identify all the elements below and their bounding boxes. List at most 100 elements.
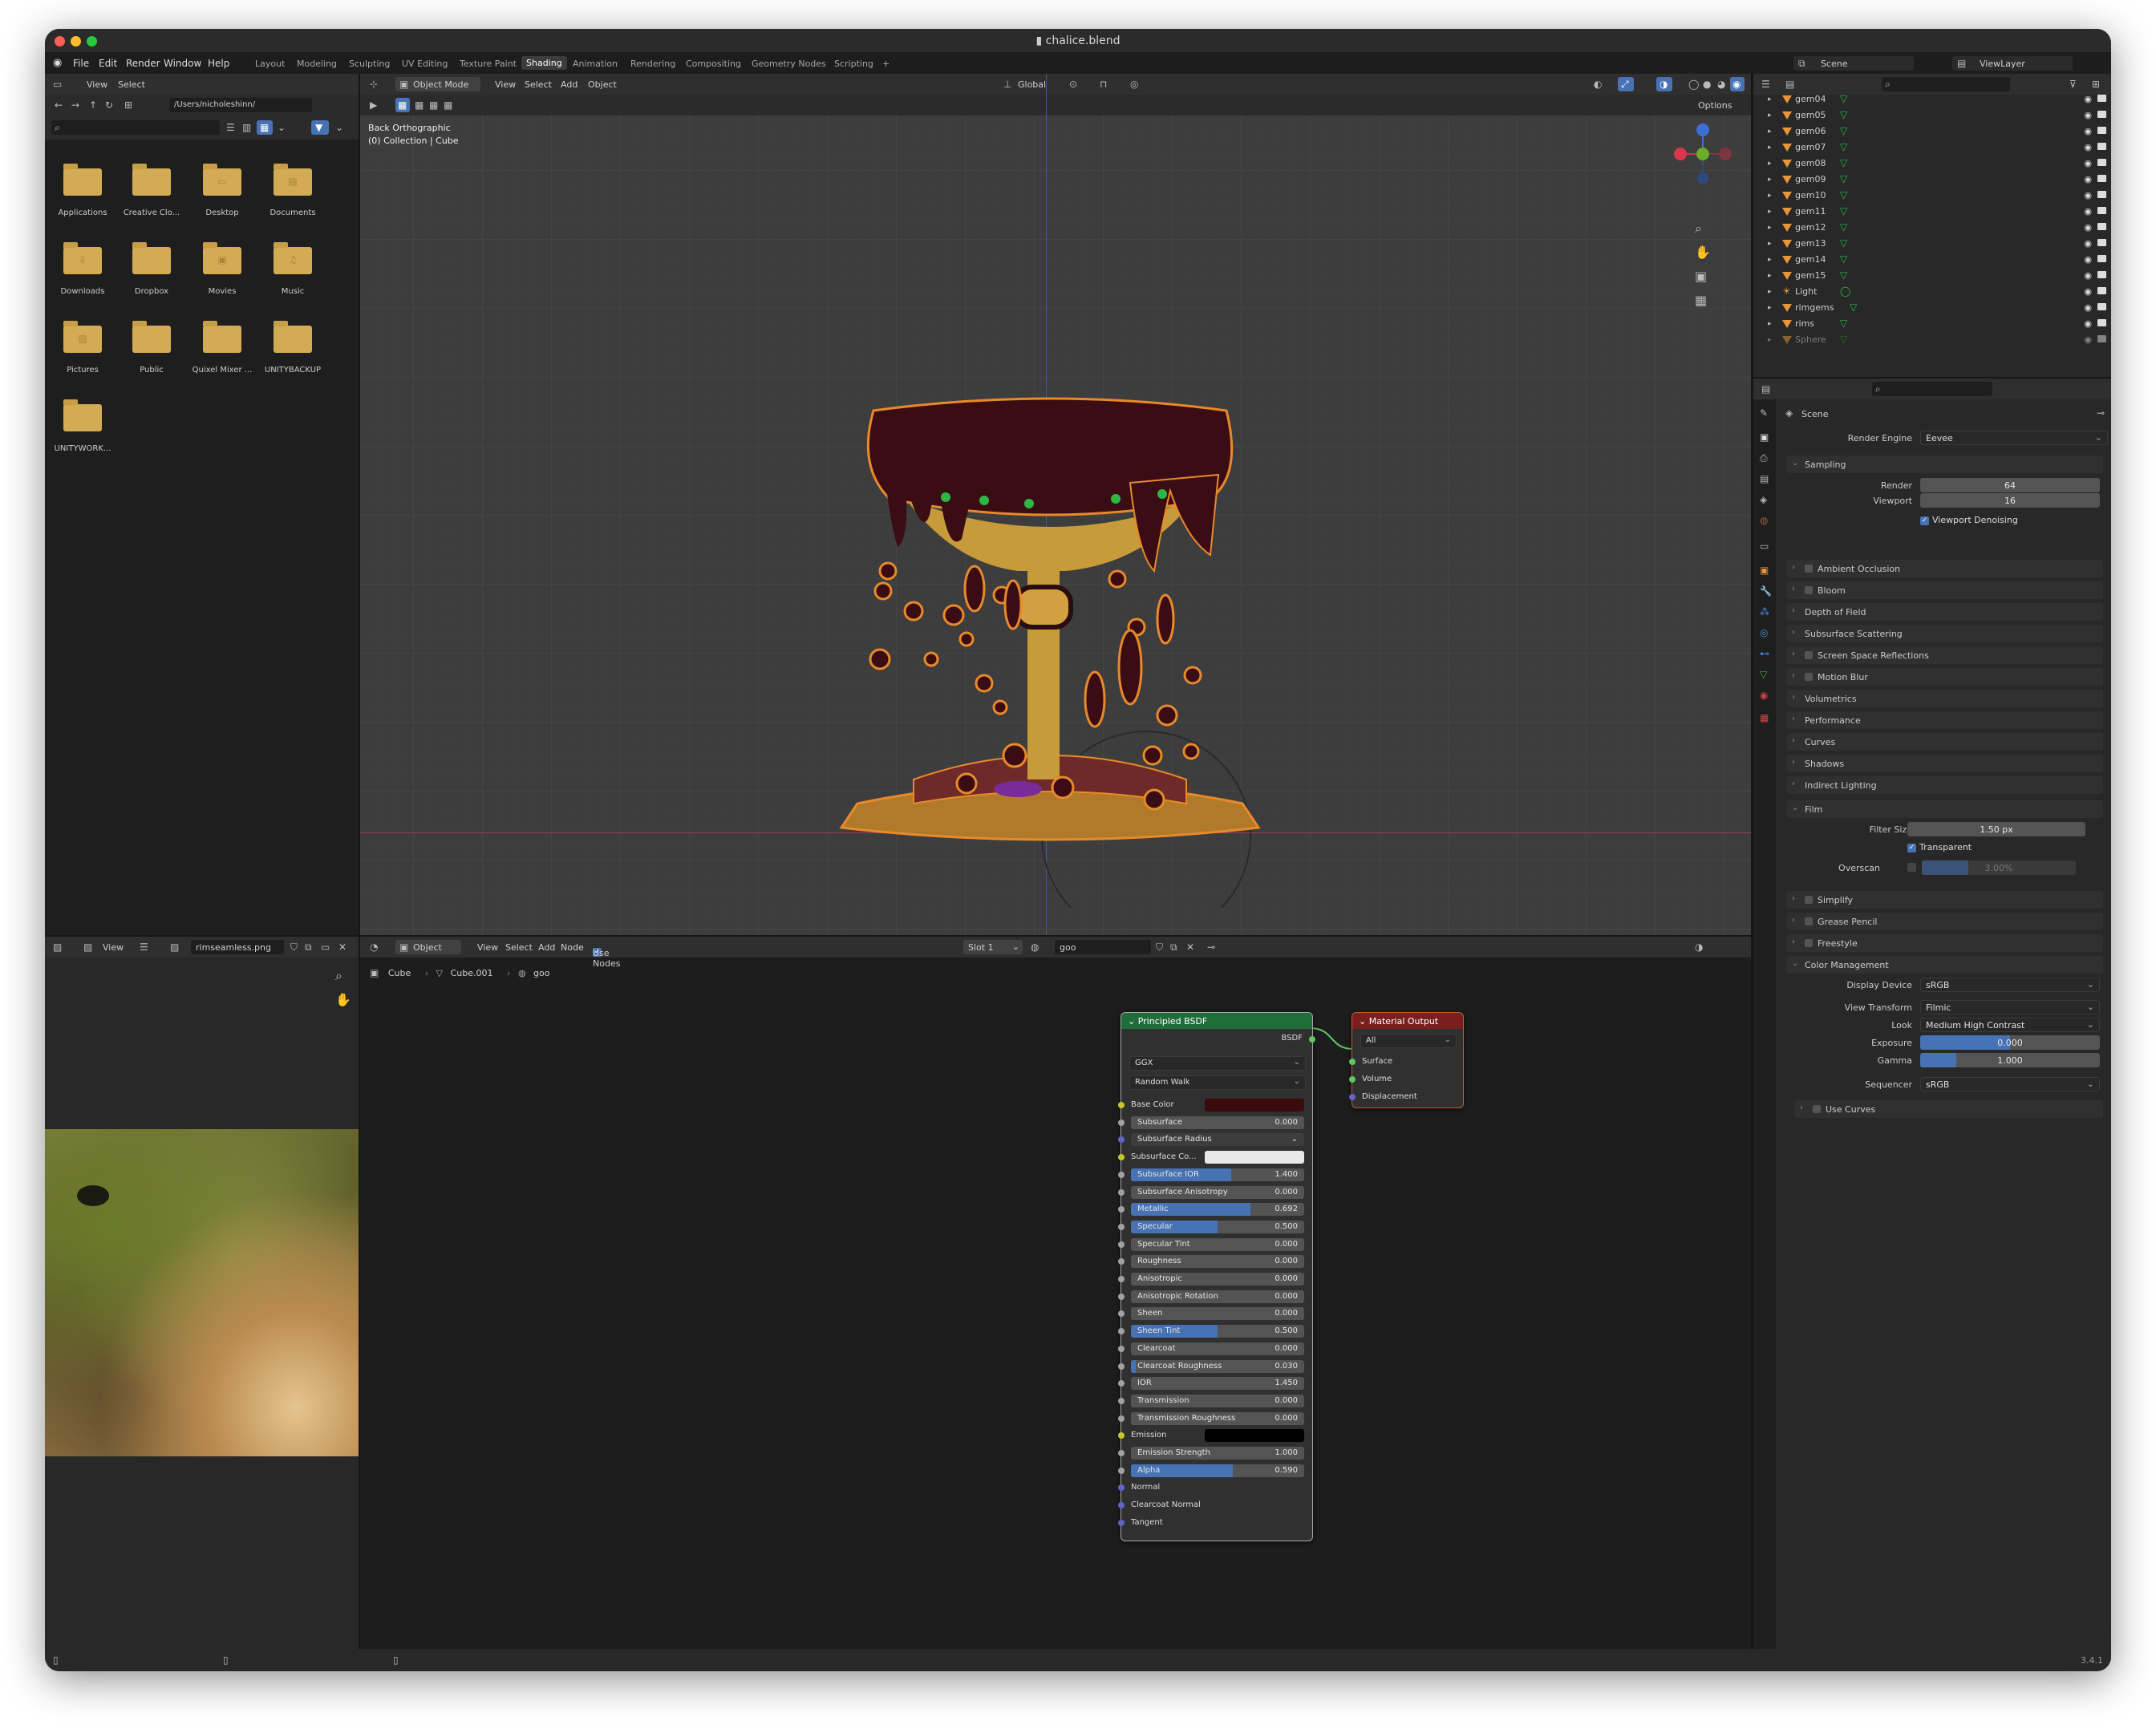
forward-arrow-icon[interactable]: → bbox=[71, 99, 79, 111]
outliner-item[interactable]: ▸ rimgems ▽ ◉ bbox=[1753, 300, 2111, 316]
expand-arrow-icon[interactable]: ▸ bbox=[1768, 318, 1772, 330]
expand-arrow-icon[interactable]: ▸ bbox=[1768, 158, 1772, 169]
render-tab-icon[interactable]: ▣ bbox=[1760, 431, 1769, 443]
eye-visibility-icon[interactable]: ◉ bbox=[2084, 126, 2092, 136]
mesh-data-icon[interactable]: ▽ bbox=[1840, 318, 1847, 329]
ortho-grid-icon[interactable]: ▦ bbox=[1695, 294, 1707, 307]
material-shading-icon[interactable]: ◕ bbox=[1717, 79, 1725, 90]
material-output-node[interactable]: ⌄ Material Output All ⌄ Surface Volume Di… bbox=[1349, 1012, 1464, 1108]
back-arrow-icon[interactable]: ← bbox=[55, 99, 63, 111]
input-socket[interactable] bbox=[1118, 1345, 1125, 1352]
display-list-icon[interactable]: ☰ bbox=[226, 122, 235, 133]
mesh-data-icon[interactable]: ▽ bbox=[1840, 173, 1847, 184]
overscan-field[interactable]: 3.00% bbox=[1922, 860, 2076, 875]
eye-visibility-icon[interactable]: ◉ bbox=[2084, 158, 2092, 168]
fake-user-icon[interactable]: ⛉ bbox=[290, 941, 298, 953]
panel-motion-blur[interactable]: › Motion Blur bbox=[1787, 668, 2103, 686]
color-swatch[interactable] bbox=[1205, 1429, 1304, 1443]
viewport-samples-field[interactable]: 16 bbox=[1920, 493, 2100, 508]
menu-render[interactable]: Render bbox=[126, 58, 160, 69]
render-samples-field[interactable]: 64 bbox=[1920, 478, 2100, 492]
outliner-item[interactable]: ▸ gem15 ▽ ◉ bbox=[1753, 268, 2111, 284]
expand-arrow-icon[interactable]: ▸ bbox=[1768, 222, 1772, 233]
file-view-menu[interactable]: View bbox=[87, 79, 107, 90]
zoom-icon[interactable]: ⌕ bbox=[1695, 222, 1702, 235]
eye-visibility-icon[interactable]: ◉ bbox=[2084, 286, 2092, 297]
file-select-menu[interactable]: Select bbox=[118, 79, 145, 90]
path-field[interactable]: /Users/nicholeshinn/ bbox=[169, 98, 312, 112]
texture-tab-icon[interactable]: ▦ bbox=[1760, 712, 1769, 723]
transparent-checkbox[interactable]: ✓ Transparent bbox=[1907, 842, 1972, 852]
zoom-icon[interactable]: ⌕ bbox=[335, 970, 342, 982]
editor-type-icon[interactable]: ⊹ bbox=[370, 79, 378, 90]
expand-arrow-icon[interactable]: ▸ bbox=[1768, 174, 1772, 185]
image-browse-icon[interactable]: ▨ bbox=[170, 941, 179, 953]
parent-dir-icon[interactable]: ↑ bbox=[89, 99, 97, 111]
gizmo-toggle[interactable]: ⤢ bbox=[1618, 77, 1634, 91]
editor-type-icon[interactable]: ▭ bbox=[53, 79, 62, 90]
eye-visibility-icon[interactable]: ◉ bbox=[2084, 174, 2092, 184]
proportional-edit-icon[interactable]: ◎ bbox=[1130, 79, 1138, 90]
panel-color-management[interactable]: ⌄ Color Management bbox=[1787, 956, 2103, 974]
eye-visibility-icon[interactable]: ◉ bbox=[2084, 238, 2092, 249]
eye-visibility-icon[interactable]: ◉ bbox=[2084, 222, 2092, 233]
solid-shading-icon[interactable]: ● bbox=[1703, 79, 1711, 90]
volume-socket[interactable] bbox=[1349, 1076, 1356, 1083]
value-slider[interactable]: Specular 0.500 bbox=[1131, 1220, 1304, 1233]
expand-arrow-icon[interactable]: ▸ bbox=[1768, 142, 1772, 153]
render-camera-icon[interactable] bbox=[2097, 287, 2106, 294]
pan-hand-icon[interactable]: ✋ bbox=[1695, 246, 1711, 259]
output-tab-icon[interactable]: ⎙ bbox=[1760, 452, 1768, 464]
outliner-item[interactable]: ▸ gem04 ▽ ◉ bbox=[1753, 91, 2111, 107]
menu-file[interactable]: File bbox=[73, 58, 89, 69]
folder-movies[interactable]: ▣ Movies bbox=[191, 242, 253, 296]
3d-viewport[interactable]: ⊹ ▣ Object Mode View Select Add Object ⊥… bbox=[360, 74, 1751, 935]
outliner-search-input[interactable]: ⌕ bbox=[1882, 77, 2010, 91]
wireframe-shading-icon[interactable]: ◯ bbox=[1688, 79, 1699, 90]
checkbox[interactable] bbox=[1805, 586, 1813, 594]
render-camera-icon[interactable] bbox=[2097, 319, 2106, 326]
tab-shading[interactable]: Shading bbox=[521, 56, 567, 70]
mesh-data-icon[interactable]: ▽ bbox=[1850, 302, 1857, 313]
add-workspace-button[interactable]: + bbox=[882, 59, 890, 69]
input-socket[interactable] bbox=[1118, 1502, 1125, 1509]
bsdf-output-socket[interactable] bbox=[1309, 1036, 1315, 1043]
look-dropdown[interactable]: Medium High Contrast ⌄ bbox=[1920, 1018, 2100, 1032]
object-tab-icon[interactable]: ▣ bbox=[1760, 565, 1769, 576]
eye-visibility-icon[interactable]: ◉ bbox=[2084, 334, 2092, 345]
viewport-options-menu[interactable]: Options bbox=[1698, 100, 1732, 111]
mesh-data-icon[interactable]: ▽ bbox=[1840, 253, 1847, 265]
panel-depth-of-field[interactable]: › Depth of Field bbox=[1787, 603, 2103, 621]
visibility-icon[interactable]: ◐ bbox=[1594, 79, 1602, 90]
value-slider[interactable]: Emission Strength 1.000 bbox=[1131, 1447, 1304, 1460]
outliner-item[interactable]: ▸ gem12 ▽ ◉ bbox=[1753, 220, 2111, 236]
close-icon[interactable]: ✕ bbox=[338, 941, 346, 953]
render-camera-icon[interactable] bbox=[2097, 143, 2106, 150]
input-socket[interactable] bbox=[1118, 1484, 1125, 1492]
input-socket[interactable] bbox=[1118, 1397, 1125, 1404]
folder-music[interactable]: ♫ Music bbox=[261, 242, 324, 296]
value-slider[interactable]: Metallic 0.692 bbox=[1131, 1203, 1304, 1217]
material-tab-icon[interactable]: ◉ bbox=[1760, 690, 1768, 701]
menu-edit[interactable]: Edit bbox=[99, 58, 117, 69]
tab-scripting[interactable]: Scripting bbox=[834, 59, 873, 69]
chevron-down-icon[interactable]: ⌄ bbox=[335, 122, 343, 133]
input-socket[interactable] bbox=[1118, 1276, 1125, 1282]
tab-layout[interactable]: Layout bbox=[255, 59, 285, 69]
tool-tab-icon[interactable]: ✎ bbox=[1760, 407, 1768, 419]
mesh-data-icon[interactable]: ▽ bbox=[1840, 237, 1847, 249]
sequencer-dropdown[interactable]: sRGB ⌄ bbox=[1920, 1077, 2100, 1091]
panel-freestyle[interactable]: › Freestyle bbox=[1787, 934, 2103, 952]
input-socket[interactable] bbox=[1118, 1241, 1125, 1248]
outliner-item[interactable]: ▸ gem11 ▽ ◉ bbox=[1753, 204, 2111, 220]
folder-pictures[interactable]: ▨ Pictures bbox=[51, 321, 114, 375]
panel-bloom[interactable]: › Bloom bbox=[1787, 581, 2103, 599]
properties-search-input[interactable]: ⌕ bbox=[1872, 382, 1992, 396]
viewport-view-menu[interactable]: View bbox=[495, 79, 516, 90]
file-search-input[interactable]: ⌕ bbox=[51, 120, 220, 135]
tab-uv-editing[interactable]: UV Editing bbox=[402, 59, 448, 69]
distribution-dropdown[interactable]: GGX ⌄ bbox=[1129, 1056, 1306, 1071]
value-slider[interactable]: Alpha 0.590 bbox=[1131, 1464, 1304, 1477]
input-socket[interactable] bbox=[1118, 1310, 1125, 1318]
mesh-data-icon[interactable]: ▽ bbox=[1840, 269, 1847, 281]
